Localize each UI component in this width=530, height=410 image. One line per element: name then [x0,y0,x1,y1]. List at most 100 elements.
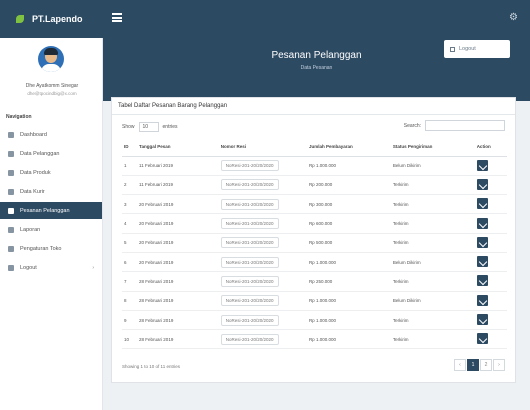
entries-label: entries [162,124,178,130]
brand[interactable]: PT.Lapendo [0,0,103,38]
search-label: Search: [403,122,421,129]
cell-status: Belum Dikirim [390,156,475,176]
entries-select[interactable]: 10 [138,122,159,132]
cell-payment: Rp 1.000.000 [306,252,391,273]
table-row: 1 11 Februari 2019 NoResi-201-20/20/2020 Rp… [122,156,507,176]
edit-icon[interactable] [476,333,488,345]
search-input[interactable] [425,120,505,131]
table-header-row: ID Tanggal Pesan Nomor Resi Jumlah Pemba… [122,138,507,157]
cell-id: 9 [122,310,138,331]
cell-payment: Rp 1.000.000 [306,310,391,331]
cell-status: Terkirim [390,329,475,350]
cell-status: Belum Dikirim [390,291,475,311]
settings-icon[interactable]: ⚙ [509,12,518,23]
cell-id: 3 [122,194,138,215]
sidebar: Dhe Ayatkomm Sinegar dhe@tpocindbig@x.co… [0,38,103,410]
cell-resi: NoResi-201-20/20/2020 [218,329,307,350]
next-page-button[interactable]: › [493,359,505,371]
edit-icon[interactable] [476,198,488,210]
sidebar-item-laporan[interactable]: Laporan [0,221,102,238]
sidebar-item-pelanggan[interactable]: Data Pelanggan [0,145,102,162]
card-title: Tabel Daftar Pesanan Barang Pelanggan [118,103,228,109]
col-header[interactable]: Jumlah Pembayaran [306,138,391,157]
dashboard-icon [8,131,14,138]
col-header[interactable]: ID [122,138,138,157]
cell-status: Terkirim [390,194,475,215]
cell-resi: NoResi-201-20/20/2020 [218,175,307,196]
cell-id: 6 [122,252,138,273]
resi-badge: NoResi-201-20/20/2020 [220,160,279,172]
col-header[interactable]: Status Pengiriman [390,138,475,157]
user-name: Dhe Ayatkomm Sinegar [25,83,79,89]
table-row: 4 20 Februari 2019 NoResi-201-20/20/2020 Rp… [122,213,507,234]
logout-icon [8,264,14,271]
cell-date: 20 Februari 2019 [137,252,219,273]
entries-length-control: Show 10 entries [122,122,178,132]
edit-icon[interactable] [476,294,488,306]
cell-status: Terkirim [390,310,475,331]
col-header[interactable]: Nomor Resi [218,138,307,157]
sidebar-item-kurir[interactable]: Data Kurir [0,183,102,200]
cell-action [474,213,507,234]
sidebar-item-label: Pesanan Pelanggan [20,207,70,214]
cell-date: 28 Februari 2019 [137,310,219,331]
cell-id: 4 [122,213,138,234]
col-header[interactable]: Action [474,138,507,157]
cell-date: 11 Februari 2019 [137,175,219,196]
edit-icon[interactable] [476,178,488,190]
cell-action [474,252,507,273]
edit-icon[interactable] [476,217,488,229]
edit-icon[interactable] [476,236,488,248]
cell-id: 2 [122,175,138,196]
page-button[interactable]: 2 [480,359,492,371]
page-header: Pesanan Pelanggan Data Pesanan Logout [103,38,530,101]
edit-icon[interactable] [476,314,488,326]
sidebar-item-logout[interactable]: Logout › [0,259,102,276]
cell-status: Belum Dikirim [390,252,475,273]
sidebar-item-dashboard[interactable]: Dashboard [0,126,102,143]
sidebar-item-toko[interactable]: Pengaturan Toko [0,240,102,257]
report-icon [8,226,14,233]
cell-date: 20 Februari 2019 [137,213,219,234]
divider [112,114,515,115]
cell-action [474,233,507,253]
cell-date: 11 Februari 2019 [137,156,219,176]
cell-date: 20 Februari 2019 [137,194,219,215]
cell-action [474,310,507,331]
chevron-right-icon: › [92,264,94,271]
cell-status: Terkirim [390,175,475,196]
resi-badge: NoResi-201-20/20/2020 [220,314,279,326]
cell-date: 20 Februari 2019 [137,233,219,253]
table-row: 9 28 Februari 2019 NoResi-201-20/20/2020 Rp… [122,310,507,331]
logout-button[interactable]: Logout [444,40,510,58]
cell-id: 7 [122,271,138,292]
edit-icon[interactable] [476,256,488,268]
prev-page-button[interactable]: ‹ [454,359,466,371]
table-info: Showing 1 to 10 of 11 entries [122,364,180,369]
resi-badge: NoResi-201-20/20/2020 [220,256,279,268]
sidebar-item-label: Laporan [20,226,41,233]
sidebar-item-produk[interactable]: Data Produk [0,164,102,181]
box-icon [8,169,14,176]
resi-badge: NoResi-201-20/20/2020 [220,179,279,191]
resi-badge: NoResi-201-20/20/2020 [220,275,279,287]
show-label: Show [122,124,135,130]
menu-toggle-icon[interactable] [112,13,122,22]
cell-date: 28 Februari 2019 [137,271,219,292]
store-icon [8,245,14,252]
sidebar-item-label: Pengaturan Toko [20,245,62,252]
col-header[interactable]: Tanggal Pesan [137,138,219,157]
avatar[interactable] [38,46,64,72]
edit-icon[interactable] [476,159,488,171]
table-row: 2 11 Februari 2019 NoResi-201-20/20/2020 Rp… [122,175,507,196]
cell-resi: NoResi-201-20/20/2020 [218,194,307,215]
top-bar: PT.Lapendo ⚙ [0,0,530,38]
cell-resi: NoResi-201-20/20/2020 [218,252,307,273]
edit-icon[interactable] [476,275,488,287]
cell-id: 8 [122,291,138,311]
cell-payment: Rp 250.000 [306,271,391,292]
cell-resi: NoResi-201-20/20/2020 [218,291,307,311]
cell-action [474,329,507,350]
page-button-current[interactable]: 1 [467,359,479,371]
sidebar-item-pesanan[interactable]: Pesanan Pelanggan [0,202,102,219]
